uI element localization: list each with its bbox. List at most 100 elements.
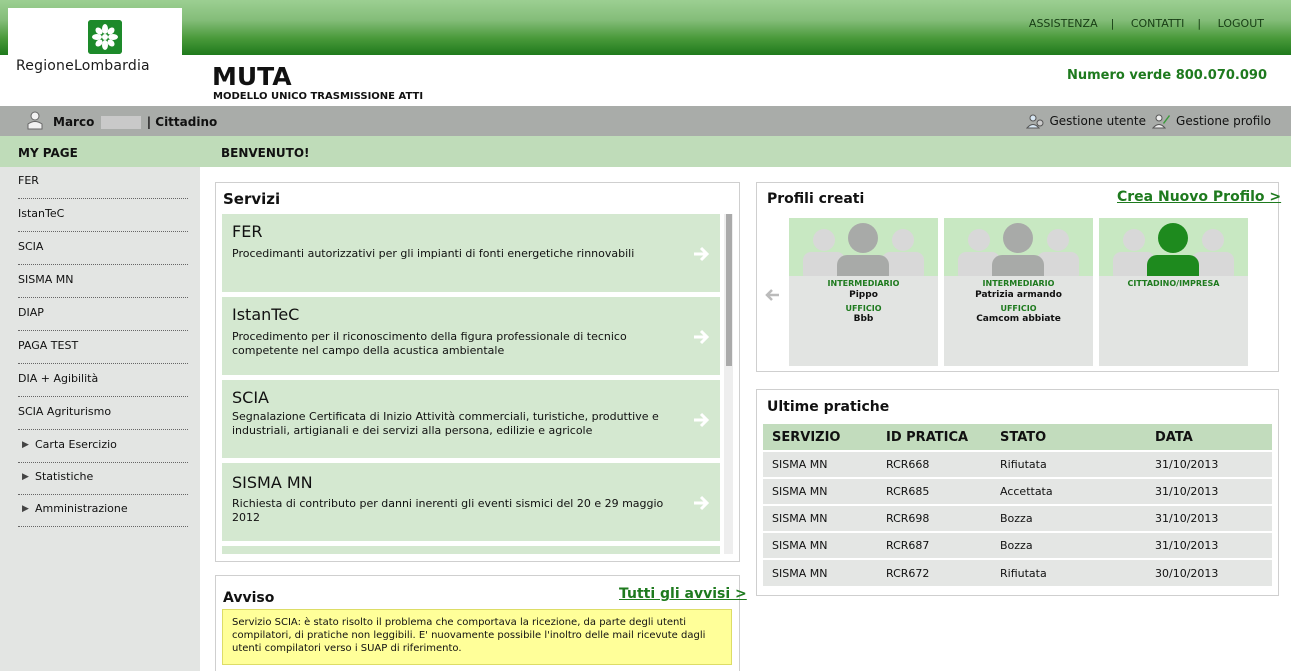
service-card-partial (222, 546, 720, 554)
cell-stato: Rifiutata (991, 558, 1146, 586)
table-row[interactable]: SISMA MN RCR672 Rifiutata 30/10/2013 (763, 558, 1272, 586)
cell-servizio: SISMA MN (763, 558, 877, 586)
sidebar-item-label: DIAP (18, 306, 44, 319)
cell-id-pratica: RCR685 (877, 477, 991, 505)
sidebar-title: MY PAGE (18, 146, 78, 160)
cell-data: 31/10/2013 (1146, 504, 1272, 532)
column-header: STATO (991, 424, 1146, 451)
sidebar-item-label: SISMA MN (18, 273, 74, 286)
cell-stato: Bozza (991, 504, 1146, 532)
pratiche-title: Ultime pratiche (767, 399, 890, 415)
top-links: ASSISTENZA | CONTATTI | LOGOUT (1028, 17, 1264, 30)
column-header: ID PRATICA (877, 424, 991, 451)
sidebar-item-label: DIA + Agibilità (18, 372, 99, 385)
profile-card-cittadino[interactable]: CITTADINO/IMPRESA (1099, 218, 1248, 366)
cell-servizio: SISMA MN (763, 477, 877, 505)
sidebar-item-paga-test[interactable]: PAGA TEST (0, 332, 198, 364)
cell-servizio: SISMA MN (763, 450, 877, 478)
pratiche-table: SERVIZIO ID PRATICA STATO DATA SISMA MN … (763, 424, 1272, 586)
service-card-scia[interactable]: SCIA Segnalazione Certificata di Inizio … (222, 380, 720, 458)
profile-ufficio-label: UFFICIO (1000, 304, 1037, 313)
servizi-scroll-thumb[interactable] (726, 214, 732, 366)
servizi-title: Servizi (223, 190, 281, 208)
tutti-gli-avvisi-link[interactable]: Tutti gli avvisi > (619, 586, 747, 602)
welcome-title: BENVENUTO! (221, 146, 310, 160)
service-title: SISMA MN (232, 473, 313, 492)
service-description: Procedimento per il riconoscimento della… (232, 330, 627, 357)
sidebar-item-scia-agriturismo[interactable]: SCIA Agriturismo (0, 398, 198, 430)
cell-id-pratica: RCR687 (877, 531, 991, 559)
profile-avatar (944, 218, 1093, 276)
user-name: Marco | Cittadino (53, 115, 217, 129)
arrow-right-icon (694, 412, 710, 428)
contatti-link[interactable]: CONTATTI (1131, 17, 1185, 30)
sidebar-item-label: SCIA Agriturismo (18, 405, 112, 418)
phone-number: Numero verde 800.070.090 (1066, 68, 1267, 83)
sidebar-item-carta-esercizio[interactable]: ▶ Carta Esercizio (0, 431, 198, 463)
divider (18, 297, 188, 298)
main-header (200, 136, 1291, 167)
column-header: SERVIZIO (763, 424, 877, 451)
user-role: | Cittadino (146, 115, 218, 129)
logo-text: RegioneLombardia (16, 58, 150, 74)
user-actions: Gestione utente Gestione profilo (1025, 113, 1271, 129)
profile-name: Patrizia armando (975, 290, 1062, 300)
column-header: DATA (1146, 424, 1272, 451)
triangle-right-icon: ▶ (22, 440, 29, 450)
sidebar-item-dia-agibilita[interactable]: DIA + Agibilità (0, 365, 198, 397)
sidebar-item-sisma-mn[interactable]: SISMA MN (0, 266, 198, 298)
cell-servizio: SISMA MN (763, 531, 877, 559)
profile-ufficio-label: UFFICIO (845, 304, 882, 313)
sidebar-item-label: FER (18, 174, 39, 187)
sidebar-item-label: Carta Esercizio (35, 438, 117, 451)
sidebar-item-label: SCIA (18, 240, 44, 253)
cell-id-pratica: RCR672 (877, 558, 991, 586)
table-row[interactable]: SISMA MN RCR687 Bozza 31/10/2013 (763, 531, 1272, 559)
profile-type: INTERMEDIARIO (982, 279, 1055, 288)
sidebar-item-fer[interactable]: FER (0, 167, 198, 199)
sidebar-item-istantec[interactable]: IstanTeC (0, 200, 198, 232)
crea-nuovo-profilo-link[interactable]: Crea Nuovo Profilo > (1117, 189, 1281, 205)
gestione-utente-link[interactable]: Gestione utente (1050, 114, 1147, 128)
gestione-profilo-link[interactable]: Gestione profilo (1176, 114, 1271, 128)
table-row[interactable]: SISMA MN RCR698 Bozza 31/10/2013 (763, 504, 1272, 532)
table-row[interactable]: SISMA MN RCR685 Accettata 31/10/2013 (763, 477, 1272, 505)
arrow-left-icon[interactable] (764, 288, 780, 302)
divider (18, 330, 188, 331)
arrow-right-icon (694, 495, 710, 511)
cell-id-pratica: RCR698 (877, 504, 991, 532)
assistenza-link[interactable]: ASSISTENZA (1029, 17, 1098, 30)
divider (18, 526, 188, 527)
profile-avatar (789, 218, 938, 276)
triangle-right-icon: ▶ (22, 504, 29, 514)
service-title: IstanTeC (232, 305, 300, 324)
profile-ufficio: Bbb (853, 314, 874, 324)
table-header-row: SERVIZIO ID PRATICA STATO DATA (763, 424, 1272, 451)
divider (18, 198, 188, 199)
service-card-sisma-mn[interactable]: SISMA MN Richiesta di contributo per dan… (222, 463, 720, 541)
cell-stato: Rifiutata (991, 450, 1146, 478)
sidebar-item-statistiche[interactable]: ▶ Statistiche (0, 463, 198, 495)
service-card-istantec[interactable]: IstanTeC Procedimento per il riconoscime… (222, 297, 720, 375)
table-row[interactable]: SISMA MN RCR668 Rifiutata 31/10/2013 (763, 450, 1272, 478)
gear-user-icon (1025, 114, 1043, 129)
lombardy-rose-icon (88, 20, 122, 54)
triangle-right-icon: ▶ (22, 472, 29, 482)
profile-card-pippo[interactable]: INTERMEDIARIO Pippo UFFICIO Bbb (789, 218, 938, 366)
sidebar-item-label: Statistiche (35, 470, 94, 483)
cell-stato: Bozza (991, 531, 1146, 559)
profile-ufficio: Camcom abbiate (976, 314, 1061, 324)
service-card-fer[interactable]: FER Procedimanti autorizzativi per gli i… (222, 214, 720, 292)
sidebar-item-scia[interactable]: SCIA (0, 233, 198, 265)
profili-title: Profili creati (767, 191, 865, 207)
profile-name: Pippo (849, 290, 878, 300)
service-title: FER (232, 222, 263, 241)
logout-link[interactable]: LOGOUT (1218, 17, 1264, 30)
cell-servizio: SISMA MN (763, 504, 877, 532)
divider (18, 264, 188, 265)
profile-card-patrizia[interactable]: INTERMEDIARIO Patrizia armando UFFICIO C… (944, 218, 1093, 366)
sidebar-item-diap[interactable]: DIAP (0, 299, 198, 331)
sidebar-item-amministrazione[interactable]: ▶ Amministrazione (0, 495, 198, 527)
cell-data: 31/10/2013 (1146, 450, 1272, 478)
regione-lombardia-logo[interactable]: RegioneLombardia (8, 8, 182, 86)
